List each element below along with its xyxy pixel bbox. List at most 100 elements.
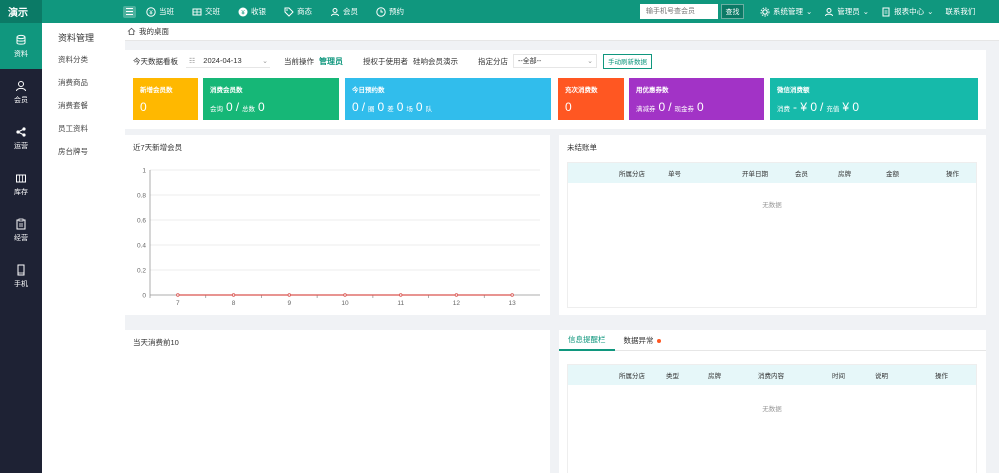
x-tick-label: 11 [397,300,404,307]
unsettled-table: 所属分店 单号 开单日期 会员 房牌 金额 操作 无数据 [567,162,977,308]
unsettled-title: 未结账单 [567,143,597,152]
phone-icon [17,264,25,275]
chevron-down-icon: ⌄ [806,7,813,16]
operator-name: 管理员 [319,56,343,66]
member-search-input[interactable] [640,4,718,19]
sidebar-item-business[interactable]: 经营 [0,207,42,253]
card-coupons[interactable]: 用优惠券数 满减券 0 / 现金券 0 [629,78,764,120]
y-tick-label: 0 [142,293,146,300]
nav-item-shift[interactable]: ¥ 当班 [146,6,174,17]
x-tick-label: 7 [176,300,180,307]
share-icon [16,126,26,137]
contact-us-link[interactable]: 联系我们 [945,6,975,17]
calendar-icon: ☷ [189,57,196,65]
menu-toggle-button[interactable] [123,5,136,18]
data-point [399,293,403,297]
info-panel: 信息提醒栏 数据异常 所属分店 类型 房牌 消费内容 时间 说明 操作 无数据 [559,330,986,473]
tab-data-anomaly[interactable]: 数据异常 [615,330,670,351]
sidebar-item-inventory[interactable]: 库存 [0,161,42,207]
info-tabs: 信息提醒栏 数据异常 [559,330,986,351]
page-scrollbar[interactable] [991,41,999,473]
tag-icon [284,7,294,17]
nav-item-cashier[interactable]: ¥ 收银 [238,6,266,17]
auth-value: 硅响会员演示 [413,56,458,66]
card-new-members[interactable]: 新增会员数 0 [133,78,198,120]
submenu-item-packages[interactable]: 消费套餐 [42,99,125,122]
date-picker[interactable]: ☷ 2024-04-13 ⌄ [186,54,270,68]
nav-item-status[interactable]: 商态 [284,6,312,17]
grid-icon [192,8,202,15]
column-header: 会员 [795,171,808,178]
sidebar-item-members[interactable]: 会员 [0,69,42,115]
unsettled-empty-message: 无数据 [762,202,782,209]
clipboard-icon [16,218,26,229]
column-header: 金额 [886,171,899,178]
user-icon [825,7,834,16]
home-icon [127,27,136,36]
column-header: 时间 [832,373,845,380]
top10-consumption-panel: 当天消费前10 [125,330,550,473]
admin-menu[interactable]: 管理员 ⌄ [824,6,869,17]
auth-label: 授权于使用者 [363,56,408,66]
top-bar: 演示 ¥ 当班 交班 ¥ 收银 商态 会员 预约 查找 系 [0,0,999,23]
data-point [510,293,514,297]
nav-item-members[interactable]: 会员 [330,6,358,17]
card-reservations[interactable]: 今日预约数 0 / 圈 0 差 0 场 0 队 [345,78,551,120]
refresh-data-button[interactable]: 手动刷新数据 [603,53,652,69]
column-header: 消费内容 [758,373,784,380]
top-nav: ¥ 当班 交班 ¥ 收银 商态 会员 预约 [146,6,422,17]
member-search-button[interactable]: 查找 [721,4,744,19]
dashboard-toolbar: 今天数据看板 ☷ 2024-04-13 ⌄ 当前操作 管理员 授权于使用者 硅响… [125,50,986,72]
x-tick-label: 9 [287,300,291,307]
submenu-item-rooms[interactable]: 房台牌号 [42,145,125,168]
chevron-down-icon: ⌄ [927,7,934,16]
breadcrumb-home[interactable]: 我的桌面 [139,26,169,37]
dashboard-panel: 今天数据看板 ☷ 2024-04-13 ⌄ 当前操作 管理员 授权于使用者 硅响… [125,50,986,129]
database-icon [16,34,26,45]
x-tick-label: 13 [509,300,517,307]
nav-item-handover[interactable]: 交班 [192,6,220,17]
cashier-icon: ¥ [238,7,248,16]
y-tick-label: 0.6 [137,218,146,225]
data-submenu: 资料管理 资料分类 消费商品 消费套餐 员工资料 房台牌号 [42,23,125,473]
x-tick-label: 12 [453,300,461,307]
report-center-menu[interactable]: 报表中心 ⌄ [881,6,933,17]
branch-select[interactable]: --全部-- ⌄ [513,54,597,68]
unsettled-table-header: 所属分店 单号 开单日期 会员 房牌 金额 操作 [568,163,976,183]
branch-label: 指定分店 [478,56,508,66]
data-point [231,293,236,297]
card-wechat[interactable]: 微信消费额 消费 - ¥ 0 / 充值 ¥ 0 [770,78,978,120]
column-header: 开单日期 [742,171,768,178]
y-tick-label: 0.2 [137,268,146,275]
column-header: 类型 [666,373,679,380]
sidebar-item-data[interactable]: 资料 [0,23,42,69]
data-point [454,293,459,297]
column-header: 单号 [668,171,681,178]
new-members-chart-panel: 近7天新增会员 0 0.2 0.4 0.6 0.8 1 7 8 9 10 11 12 13 [125,135,550,315]
system-management-menu[interactable]: 系统管理 ⌄ [760,6,812,17]
column-header: 所属分店 [619,373,645,380]
column-header: 房牌 [838,171,851,178]
info-table: 所属分店 类型 房牌 消费内容 时间 说明 操作 无数据 [567,364,977,473]
breadcrumb: 我的桌面 [125,23,999,41]
data-point [287,293,291,297]
y-tick-label: 0.8 [137,193,146,200]
submenu-item-staff[interactable]: 员工资料 [42,122,125,145]
nav-item-reservation[interactable]: 预约 [376,6,404,17]
submenu-item-category[interactable]: 资料分类 [42,53,125,76]
submenu-item-products[interactable]: 消费商品 [42,76,125,99]
column-header: 操作 [946,171,959,178]
yen-circle-icon: ¥ [146,6,156,17]
column-header: 操作 [935,373,948,380]
sidebar-item-mobile[interactable]: 手机 [0,253,42,299]
new-members-line-chart: 0 0.2 0.4 0.6 0.8 1 7 8 9 10 11 12 13 [137,168,540,307]
info-table-header: 所属分店 类型 房牌 消费内容 时间 说明 操作 [568,365,976,385]
y-tick-label: 1 [142,168,146,175]
card-consume-members[interactable]: 消费会员数 会询 0 / 总数 0 [203,78,339,120]
chart-panel-title: 近7天新增会员 [133,143,183,152]
sidebar-item-operations[interactable]: 运营 [0,115,42,161]
top-right-menu: 系统管理 ⌄ 管理员 ⌄ 报表中心 ⌄ 联系我们 [760,0,987,23]
card-recharge[interactable]: 充次消费数 0 [558,78,624,120]
brand-logo: 演示 [0,0,42,23]
tab-info-reminder[interactable]: 信息提醒栏 [559,330,615,351]
